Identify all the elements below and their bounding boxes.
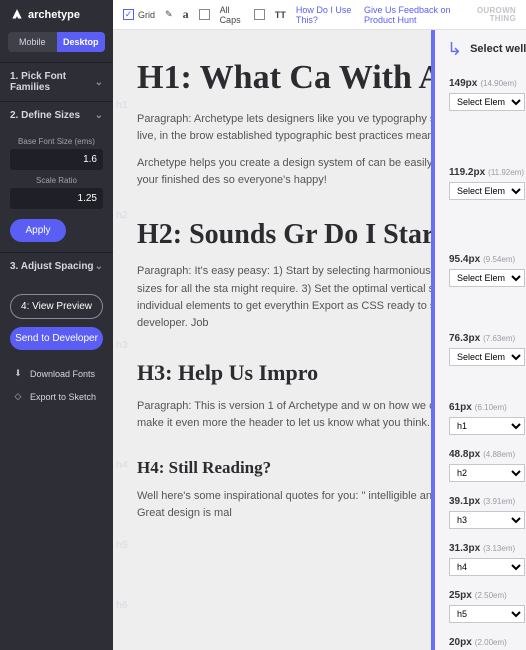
ghost-tag: h4 (116, 460, 128, 471)
how-link[interactable]: How Do I Use This? (296, 5, 354, 25)
grid-label: Grid (138, 10, 155, 20)
feedback-link[interactable]: Give Us Feedback on Product Hunt (364, 5, 467, 25)
export-sketch-action[interactable]: ◇ Export to Sketch (0, 385, 113, 408)
scale-row: 31.3px(3.13em)h4Lorem Ipsum (435, 539, 526, 576)
allcaps-label: All Caps (220, 5, 244, 25)
ghost-tag: h6 (116, 600, 128, 611)
scale-size-label: 31.3px(3.13em) (449, 543, 526, 554)
panel-title: Select well proportioned sizes for all y (470, 43, 526, 55)
scale-size-label: 48.8px(4.88em) (449, 449, 526, 460)
ghost-tag: h2 (116, 210, 128, 221)
section-label: 3. Adjust Spacing (10, 261, 94, 272)
element-select[interactable]: h1 (449, 417, 525, 435)
define-sizes-body: Base Font Size (ems) Scale Ratio Apply (0, 129, 113, 252)
ghost-tag: h1 (116, 100, 128, 111)
scale-size-label: 20px(2.00em) (449, 637, 526, 648)
scale-size-label: 39.1px(3.91em) (449, 496, 526, 507)
checkbox-checked-icon: ✓ (123, 9, 134, 20)
vendor-brand: OUROWNTHING (477, 7, 516, 23)
curve-arrow-icon: ↳ (447, 40, 462, 58)
apply-button[interactable]: Apply (10, 219, 66, 242)
section-label: 2. Define Sizes (10, 110, 80, 121)
section-pick-fonts[interactable]: 1. Pick Font Families ⌄ (0, 62, 113, 101)
scale-row: 95.4px(9.54em)Select ElementLore (435, 250, 526, 287)
element-select[interactable]: h3 (449, 511, 525, 529)
send-to-developer-button[interactable]: Send to Developer (10, 327, 103, 350)
scale-row: 20px(2.00em)h6Lorem Ipsum Dolor (435, 633, 526, 650)
tab-mobile[interactable]: Mobile (8, 32, 57, 52)
scale-size-label: 61px(6.10em) (449, 402, 526, 413)
element-select[interactable]: Select Element (449, 182, 525, 200)
tab-desktop[interactable]: Desktop (57, 32, 106, 52)
square-icon (254, 9, 265, 20)
element-select[interactable]: h2 (449, 464, 525, 482)
element-select[interactable]: h4 (449, 558, 525, 576)
tt-control[interactable]: TT (275, 10, 286, 20)
sidebar: archetype Mobile Desktop 1. Pick Font Fa… (0, 0, 113, 650)
scale-size-label: 149px(14.90em) (449, 78, 526, 89)
brand-logo-icon (10, 8, 24, 22)
eyedropper-tool[interactable]: ✎ (165, 9, 173, 20)
scale-size-label: 95.4px(9.54em) (449, 254, 526, 265)
action-list: ⬇ Download Fonts ◇ Export to Sketch (0, 362, 113, 408)
brand-name: archetype (28, 9, 80, 21)
scale-row: 48.8px(4.88em)h2Lorem Ip (435, 445, 526, 482)
section-label: 1. Pick Font Families (10, 71, 95, 93)
topbar: ✓ Grid ✎ a All Caps TT How Do I Use This… (113, 0, 526, 30)
eyedropper-icon: ✎ (165, 9, 173, 20)
scale-row: 76.3px(7.63em)Select ElementLorem (435, 329, 526, 366)
scale-size-label: 76.3px(7.63em) (449, 333, 526, 344)
chevron-down-icon: ⌄ (95, 261, 103, 272)
panel-header: ↳ Select well proportioned sizes for all… (435, 30, 526, 74)
scale-ratio-input[interactable] (10, 188, 103, 209)
scale-row: 61px(6.10em)h1Lorem (435, 398, 526, 435)
section-adjust-spacing[interactable]: 3. Adjust Spacing ⌄ (0, 252, 113, 280)
scale-size-label: 119.2px(11.92em) (449, 167, 526, 178)
ghost-tag: h3 (116, 340, 128, 351)
scale-panel: ↳ Select well proportioned sizes for all… (431, 30, 526, 650)
scale-row: 119.2px(11.92em)Select ElementLore (435, 163, 526, 200)
square-icon (199, 9, 210, 20)
section-define-sizes[interactable]: 2. Define Sizes ⌄ (0, 101, 113, 129)
chevron-down-icon: ⌄ (95, 77, 103, 88)
element-select[interactable]: h5 (449, 605, 525, 623)
action-label: Export to Sketch (30, 392, 96, 402)
base-size-input[interactable] (10, 149, 103, 170)
color-swatch[interactable] (199, 9, 210, 20)
view-preview-button[interactable]: 4: View Preview (10, 294, 103, 319)
scale-size-label: 25px(2.50em) (449, 590, 526, 601)
scale-row: 149px(14.90em)Select ElementLo (435, 74, 526, 111)
grid-toggle[interactable]: ✓ Grid (123, 9, 155, 20)
action-label: Download Fonts (30, 369, 95, 379)
scale-row: 39.1px(3.91em)h3Lorem Ips (435, 492, 526, 529)
scale-row: 25px(2.50em)h5Lorem Ipsum D (435, 586, 526, 623)
ghost-tag: h5 (116, 540, 128, 551)
download-fonts-action[interactable]: ⬇ Download Fonts (0, 362, 113, 385)
scale-ratio-label: Scale Ratio (10, 176, 103, 185)
main-area: ✓ Grid ✎ a All Caps TT How Do I Use This… (113, 0, 526, 650)
allcaps-toggle[interactable] (254, 9, 265, 20)
device-tabs: Mobile Desktop (8, 32, 105, 52)
chevron-down-icon: ⌄ (95, 110, 103, 121)
download-icon: ⬇ (12, 368, 24, 379)
export-icon: ◇ (12, 391, 24, 402)
font-style-a[interactable]: a (183, 7, 189, 22)
element-select[interactable]: Select Element (449, 93, 525, 111)
element-select[interactable]: Select Element (449, 269, 525, 287)
base-size-label: Base Font Size (ems) (10, 137, 103, 146)
element-select[interactable]: Select Element (449, 348, 525, 366)
brand-row: archetype (0, 0, 113, 32)
